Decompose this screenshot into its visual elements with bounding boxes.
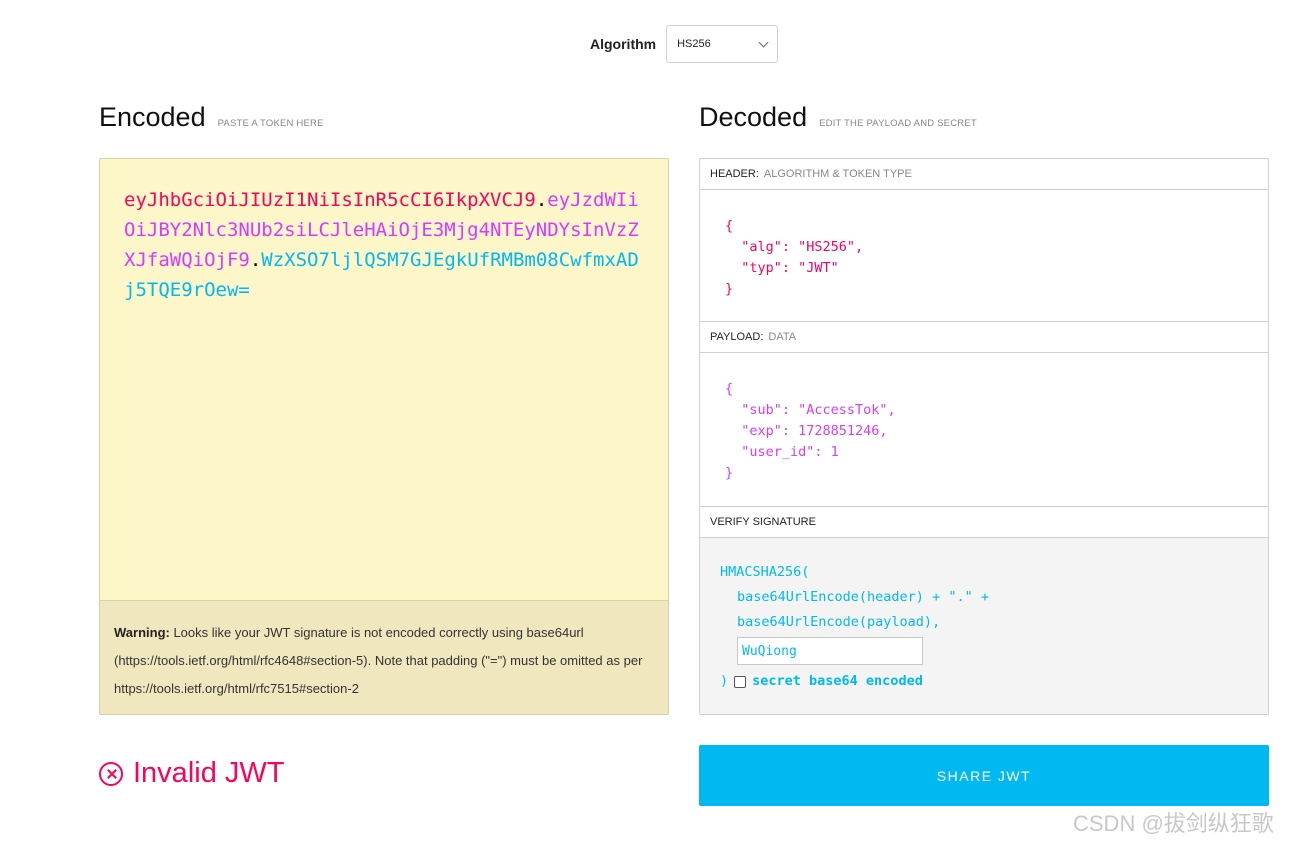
- encoded-token-editor[interactable]: eyJhbGciOiJIUzI1NiIsInR5cCI6IkpXVCJ9.eyJ…: [99, 158, 669, 715]
- warning-label: Warning:: [114, 625, 170, 640]
- validation-status: Invalid JWT: [99, 757, 284, 790]
- secret-base64-label[interactable]: secret base64 encoded: [752, 669, 923, 694]
- warning-message: Warning: Looks like your JWT signature i…: [100, 600, 668, 714]
- error-circle-icon: [99, 761, 123, 786]
- share-jwt-button[interactable]: SHARE JWT: [699, 745, 1269, 806]
- encoded-token-text[interactable]: eyJhbGciOiJIUzI1NiIsInR5cCI6IkpXVCJ9.eyJ…: [124, 185, 644, 305]
- header-section-label: HEADER: ALGORITHM & TOKEN TYPE: [700, 159, 1268, 190]
- payload-json-editor[interactable]: { "sub": "AccessTok", "exp": 1728851246,…: [700, 353, 1268, 507]
- token-header-part: eyJhbGciOiJIUzI1NiIsInR5cCI6IkpXVCJ9: [124, 189, 536, 211]
- payload-encode-line: base64UrlEncode(payload),: [737, 614, 941, 630]
- verify-section-label: VERIFY SIGNATURE: [700, 507, 1268, 538]
- decoded-heading: Decoded EDIT THE PAYLOAD AND SECRET: [699, 102, 977, 133]
- algorithm-selected-value: HS256: [677, 38, 711, 50]
- secret-base64-checkbox[interactable]: [734, 675, 747, 688]
- decoded-title: Decoded: [699, 102, 808, 132]
- header-label: HEADER:: [710, 168, 759, 180]
- algorithm-select[interactable]: HS256: [666, 25, 779, 63]
- verify-close-line: ) secret base64 encoded: [720, 669, 1248, 694]
- decoded-subtitle: EDIT THE PAYLOAD AND SECRET: [819, 118, 977, 129]
- verify-label: VERIFY SIGNATURE: [710, 516, 816, 528]
- token-dot: .: [535, 189, 548, 211]
- chevron-down-icon: [758, 37, 769, 47]
- warning-text: Looks like your JWT signature is not enc…: [114, 625, 643, 696]
- header-sublabel: ALGORITHM & TOKEN TYPE: [763, 168, 912, 180]
- algorithm-label: Algorithm: [590, 36, 657, 52]
- algorithm-row: Algorithm HS256: [590, 25, 779, 63]
- token-dot: .: [249, 249, 262, 271]
- header-encode-line: base64UrlEncode(header) + "." +: [737, 589, 989, 605]
- hmac-line: HMACSHA256(: [720, 564, 810, 580]
- header-json-editor[interactable]: { "alg": "HS256", "typ": "JWT" }: [700, 190, 1268, 322]
- status-text: Invalid JWT: [133, 757, 285, 789]
- close-paren: ): [720, 673, 729, 689]
- decoded-panel: HEADER: ALGORITHM & TOKEN TYPE { "alg": …: [699, 158, 1269, 715]
- encoded-subtitle: PASTE A TOKEN HERE: [217, 118, 324, 129]
- encoded-title: Encoded: [99, 102, 206, 132]
- payload-section-label: PAYLOAD: DATA: [700, 322, 1268, 353]
- secret-input[interactable]: [737, 637, 923, 665]
- watermark-text: CSDN @拔剑纵狂歌: [1073, 811, 1274, 836]
- payload-label: PAYLOAD:: [710, 331, 764, 343]
- verify-signature-body: HMACSHA256( base64UrlEncode(header) + ".…: [700, 538, 1268, 714]
- payload-sublabel: DATA: [768, 331, 797, 343]
- encoded-heading: Encoded PASTE A TOKEN HERE: [99, 102, 324, 133]
